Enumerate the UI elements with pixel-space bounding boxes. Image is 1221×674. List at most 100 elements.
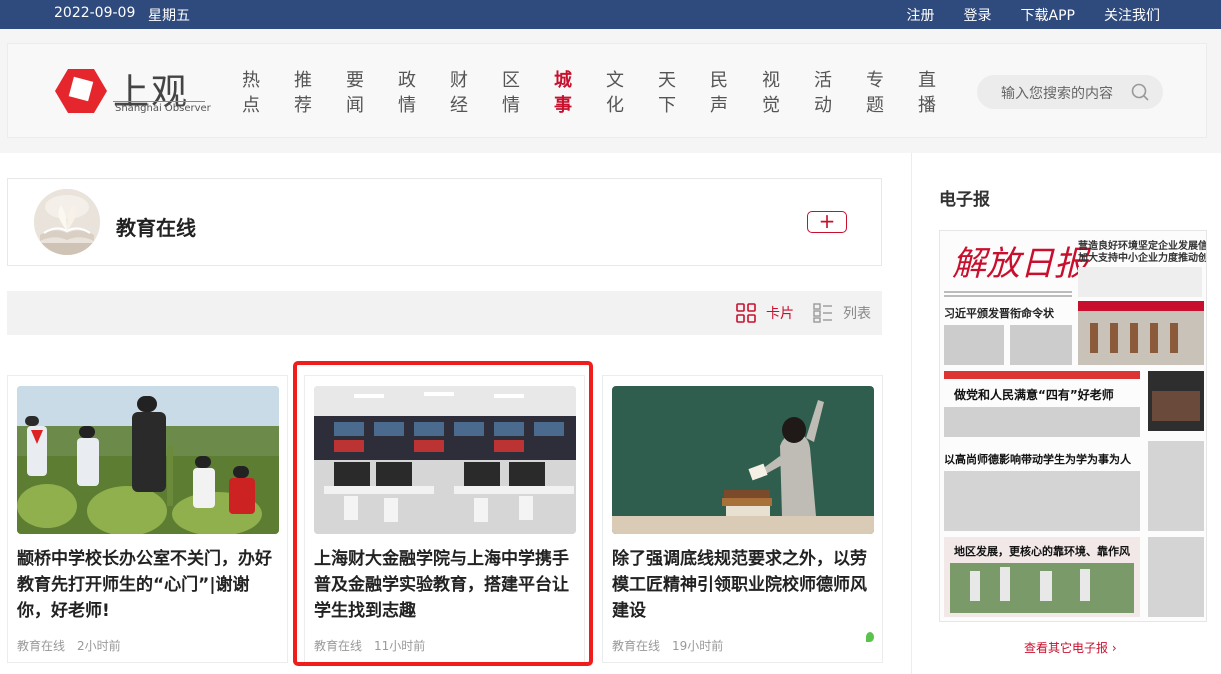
nav-char: 民 bbox=[710, 70, 728, 91]
top-bar: 2022-09-09 星期五 注册 登录 下载APP 关注我们 bbox=[0, 0, 1221, 29]
nav-char: 情 bbox=[398, 95, 416, 116]
teacher-blackboard-image-icon bbox=[612, 386, 874, 534]
nav-item-headlines[interactable]: 要闻 bbox=[346, 68, 398, 118]
article-title[interactable]: 除了强调底线规范要求之外，以劳模工匠精神引领职业院校师德师风建设 bbox=[612, 546, 874, 624]
article-thumbnail bbox=[612, 386, 874, 534]
nav-char: 热 bbox=[242, 70, 260, 91]
main-nav: 热点 推荐 要闻 政情 财经 区情 城事 文化 天下 民声 视觉 活动 专题 直… bbox=[242, 68, 970, 118]
nav-char: 闻 bbox=[346, 95, 364, 116]
follow-channel-button[interactable]: + bbox=[807, 211, 847, 233]
more-epapers-label: 查看其它电子报 bbox=[1024, 641, 1109, 655]
view-switcher: 卡片 列表 bbox=[7, 291, 882, 335]
download-app-link[interactable]: 下载APP bbox=[1021, 5, 1075, 25]
article-time: 19小时前 bbox=[672, 639, 724, 653]
article-meta: 教育在线 19小时前 bbox=[612, 637, 723, 654]
nav-char: 点 bbox=[242, 95, 260, 116]
date-text: 2022-09-09 bbox=[54, 5, 136, 21]
list-view-button[interactable]: 列表 bbox=[813, 303, 871, 323]
nav-item-topics[interactable]: 专题 bbox=[866, 68, 918, 118]
article-time: 2小时前 bbox=[77, 639, 121, 653]
sidebar: 电子报 解放日报 营造良好环境坚定企业发展信心 加大支持中小企业力度推动创新 习… bbox=[911, 153, 1221, 674]
nav-char: 下 bbox=[658, 95, 676, 116]
list-icon bbox=[813, 303, 832, 323]
plus-icon: + bbox=[818, 209, 836, 233]
nav-char: 活 bbox=[814, 70, 832, 91]
article-title[interactable]: 颛桥中学校长办公室不关门，办好教育先打开师生的“心门”|谢谢你，好老师! bbox=[17, 546, 279, 624]
nav-item-hot[interactable]: 热点 bbox=[242, 68, 294, 118]
more-epapers-link[interactable]: 查看其它电子报 › bbox=[1024, 639, 1117, 656]
students-garden-image-icon bbox=[17, 386, 279, 534]
epaper-thumbnail[interactable]: 解放日报 营造良好环境坚定企业发展信心 加大支持中小企业力度推动创新 习近平颁发… bbox=[939, 230, 1207, 622]
search-icon[interactable] bbox=[1131, 83, 1149, 101]
nav-item-culture[interactable]: 文化 bbox=[606, 68, 658, 118]
nav-char: 事 bbox=[554, 95, 572, 116]
search-placeholder: 输入您搜索的内容 bbox=[1001, 86, 1113, 102]
nav-char: 要 bbox=[346, 70, 364, 91]
newspaper-front-page-icon: 解放日报 营造良好环境坚定企业发展信心 加大支持中小企业力度推动创新 习近平颁发… bbox=[940, 231, 1207, 621]
weekday-text: 星期五 bbox=[148, 8, 190, 24]
epaper-heading: 电子报 bbox=[939, 190, 990, 210]
article-card[interactable]: 除了强调底线规范要求之外，以劳模工匠精神引领职业院校师德师风建设 教育在线 19小… bbox=[602, 375, 883, 663]
nav-item-visual[interactable]: 视觉 bbox=[762, 68, 814, 118]
nav-item-live[interactable]: 直播 bbox=[918, 68, 970, 118]
article-source: 教育在线 bbox=[17, 639, 66, 653]
epaper-masthead: 解放日报 bbox=[952, 244, 1092, 284]
login-link[interactable]: 登录 bbox=[964, 5, 992, 25]
nav-char: 播 bbox=[918, 95, 936, 116]
trading-lab-image-icon bbox=[314, 386, 576, 534]
top-links: 注册 登录 下载APP 关注我们 bbox=[878, 5, 1160, 25]
nav-item-public-voice[interactable]: 民声 bbox=[710, 68, 762, 118]
nav-item-finance[interactable]: 财经 bbox=[450, 68, 502, 118]
channel-avatar bbox=[34, 189, 100, 255]
nav-char: 专 bbox=[866, 70, 884, 91]
epaper-headline: 做党和人民满意“四有”好老师 bbox=[953, 387, 1114, 402]
logo-divider bbox=[113, 101, 205, 102]
nav-item-politics[interactable]: 政情 bbox=[398, 68, 450, 118]
nav-item-world[interactable]: 天下 bbox=[658, 68, 710, 118]
nav-char: 政 bbox=[398, 70, 416, 91]
article-title[interactable]: 上海财大金融学院与上海中学携手普及金融学实验教育，搭建平台让学生找到志趣 bbox=[314, 546, 576, 624]
nav-item-city[interactable]: 城事 bbox=[554, 68, 606, 118]
register-link[interactable]: 注册 bbox=[907, 5, 935, 25]
nav-char: 天 bbox=[658, 70, 676, 91]
feedback-icon[interactable] bbox=[866, 632, 874, 642]
nav-char: 动 bbox=[814, 95, 832, 116]
logo[interactable]: 上观 Shanghai Observer bbox=[55, 65, 215, 121]
article-thumbnail bbox=[314, 386, 576, 534]
article-source: 教育在线 bbox=[612, 639, 661, 653]
card-view-button[interactable]: 卡片 bbox=[736, 303, 794, 323]
card-view-label: 卡片 bbox=[766, 306, 794, 322]
nav-item-recommend[interactable]: 推荐 bbox=[294, 68, 346, 118]
article-card[interactable]: 上海财大金融学院与上海中学携手普及金融学实验教育，搭建平台让学生找到志趣 教育在… bbox=[304, 375, 585, 663]
follow-us-link[interactable]: 关注我们 bbox=[1104, 5, 1160, 25]
epaper-headline: 加大支持中小企业力度推动创新 bbox=[1077, 251, 1207, 264]
nav-char: 区 bbox=[502, 70, 520, 91]
chevron-right-icon: › bbox=[1111, 641, 1117, 655]
logo-en-text: Shanghai Observer bbox=[115, 103, 211, 114]
nav-char: 视 bbox=[762, 70, 780, 91]
header-area: 上观 Shanghai Observer 热点 推荐 要闻 政情 财经 区情 城… bbox=[0, 29, 1221, 153]
article-source: 教育在线 bbox=[314, 639, 363, 653]
nav-char: 城 bbox=[554, 70, 572, 91]
nav-char: 财 bbox=[450, 70, 468, 91]
book-image-icon bbox=[34, 189, 100, 255]
list-view-label: 列表 bbox=[843, 306, 871, 322]
epaper-headline: 营造良好环境坚定企业发展信心 bbox=[1078, 239, 1207, 252]
nav-char: 觉 bbox=[762, 95, 780, 116]
article-time: 11小时前 bbox=[374, 639, 426, 653]
channel-title: 教育在线 bbox=[116, 216, 196, 240]
nav-item-events[interactable]: 活动 bbox=[814, 68, 866, 118]
nav-char: 声 bbox=[710, 95, 728, 116]
nav-char: 推 bbox=[294, 70, 312, 91]
article-meta: 教育在线 11小时前 bbox=[314, 637, 425, 654]
nav-char: 题 bbox=[866, 95, 884, 116]
nav-char: 文 bbox=[606, 70, 624, 91]
article-card[interactable]: 颛桥中学校长办公室不关门，办好教育先打开师生的“心门”|谢谢你，好老师! 教育在… bbox=[7, 375, 288, 663]
header: 上观 Shanghai Observer 热点 推荐 要闻 政情 财经 区情 城… bbox=[7, 43, 1207, 138]
grid-icon bbox=[736, 303, 756, 323]
article-thumbnail bbox=[17, 386, 279, 534]
nav-char: 经 bbox=[450, 95, 468, 116]
search-input[interactable]: 输入您搜索的内容 bbox=[977, 75, 1163, 109]
epaper-headline: 以高尚师德影响带动学生为学为事为人 bbox=[944, 452, 1132, 466]
nav-item-district[interactable]: 区情 bbox=[502, 68, 554, 118]
